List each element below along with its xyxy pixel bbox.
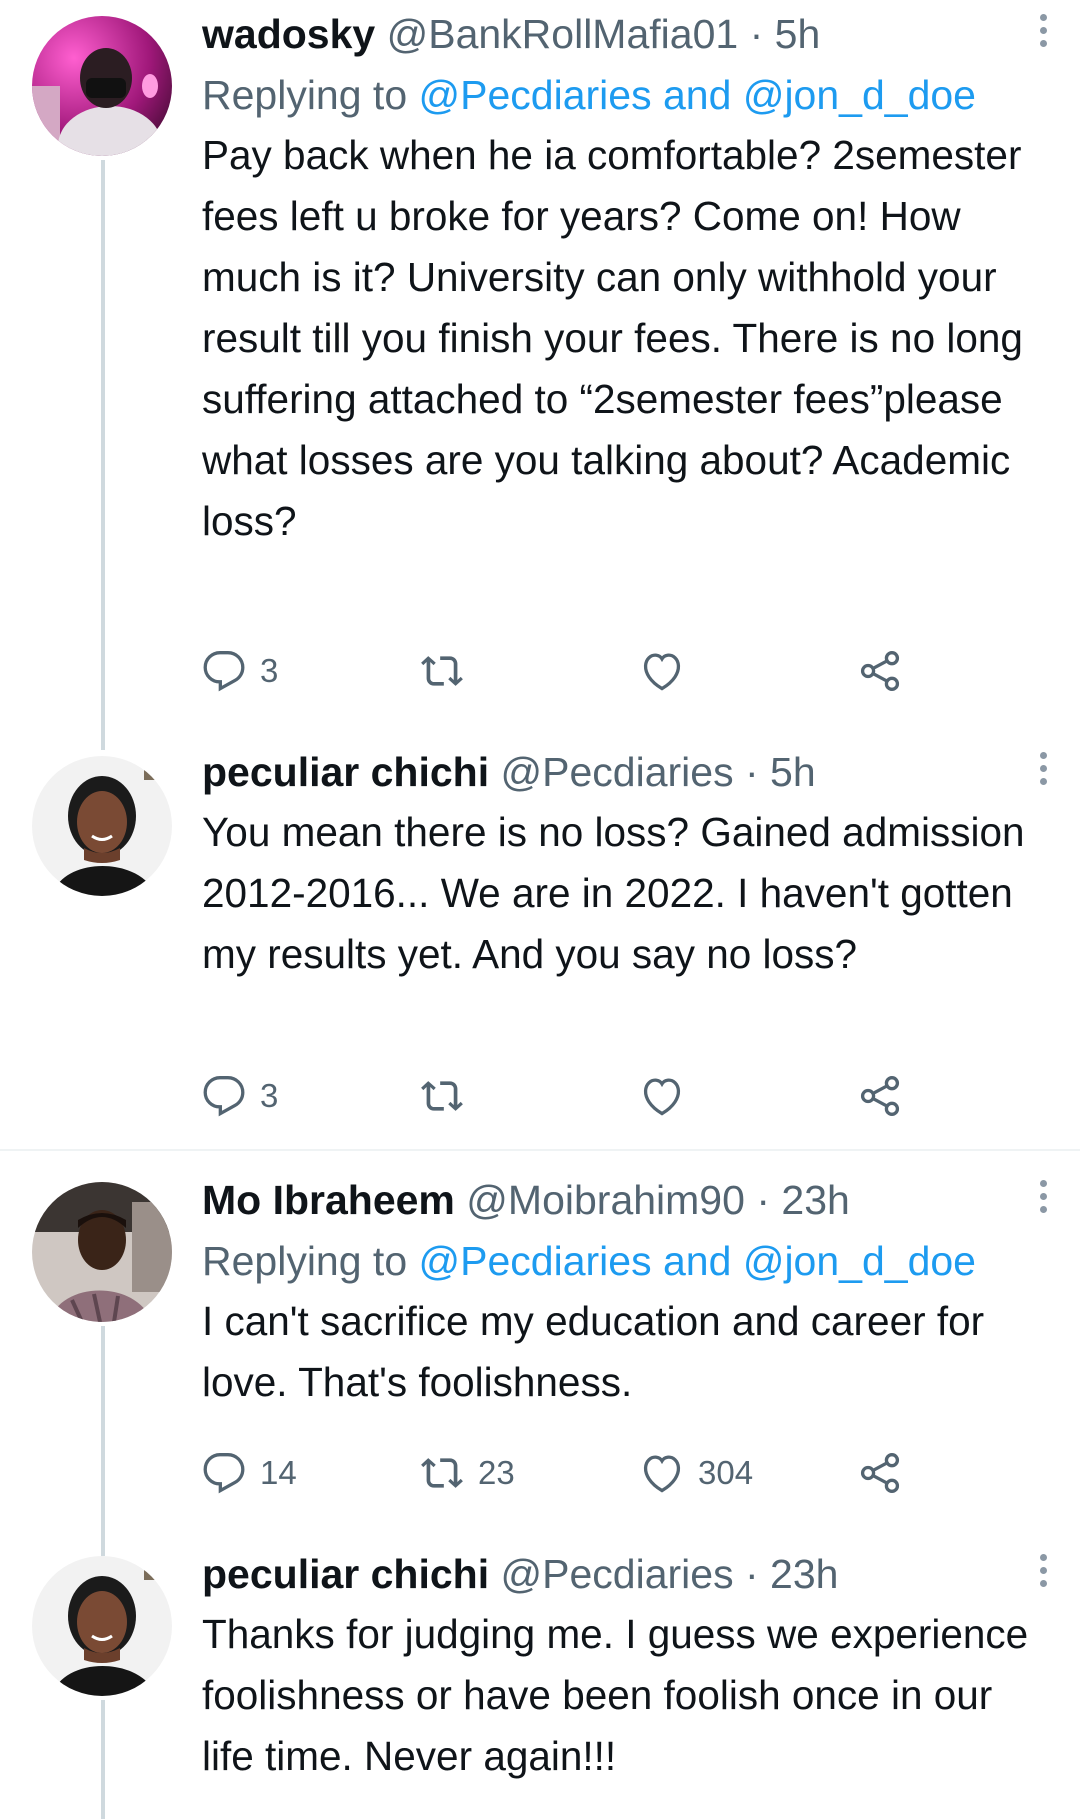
more-options-icon[interactable] — [1034, 1180, 1052, 1220]
reply-icon — [203, 651, 245, 692]
replying-to: Replying to @Pecdiaries and @jon_d_doe — [202, 69, 1052, 121]
heart-icon — [643, 1078, 681, 1116]
like-button[interactable] — [640, 646, 698, 696]
separator-dot: · — [749, 11, 764, 57]
separator-dot: · — [744, 1551, 759, 1597]
mention-link[interactable]: @jon_d_doe — [743, 1238, 976, 1284]
display-name[interactable]: peculiar chichi — [202, 749, 489, 795]
share-icon — [860, 651, 900, 691]
avatar[interactable] — [32, 756, 172, 896]
replying-prefix: Replying to — [202, 1238, 408, 1284]
tweet-text: Pay back when he ia comfortable? 2semest… — [202, 132, 1023, 544]
tweet-header: wadosky @BankRollMafia01 · 5h — [202, 8, 1052, 60]
reply-count: 3 — [260, 1077, 279, 1114]
like-button[interactable] — [640, 1071, 698, 1121]
user-handle[interactable]: @BankRollMafia01 — [387, 11, 739, 57]
more-options-icon[interactable] — [1034, 752, 1052, 792]
separator-dot: · — [756, 1177, 770, 1223]
display-name[interactable]: Mo Ibraheem — [202, 1177, 455, 1223]
retweet-button[interactable] — [420, 1071, 478, 1121]
reply-icon — [203, 1453, 245, 1494]
tweet-header: peculiar chichi @Pecdiaries · 5h — [202, 746, 1052, 798]
share-button[interactable] — [858, 1448, 902, 1498]
share-icon — [860, 1076, 900, 1116]
share-button[interactable] — [858, 1071, 902, 1121]
user-handle[interactable]: @Pecdiaries — [501, 749, 734, 795]
replying-to: Replying to @Pecdiaries and @jon_d_doe — [202, 1235, 1052, 1287]
display-name[interactable]: wadosky — [202, 11, 375, 57]
tweet-text: You mean there is no loss? Gained admiss… — [202, 809, 1025, 977]
tweet-header: peculiar chichi @Pecdiaries · 23h — [202, 1548, 1052, 1600]
timestamp[interactable]: 5h — [775, 11, 821, 57]
share-button[interactable] — [858, 646, 902, 696]
tweet-header: Mo Ibraheem @Moibrahim90 · 23h — [202, 1174, 1052, 1226]
heart-icon — [643, 1455, 681, 1493]
reply-icon — [203, 1076, 245, 1117]
thread-line — [101, 160, 105, 750]
tweet-text: Thanks for judging me. I guess we experi… — [202, 1611, 1029, 1779]
reply-button[interactable]: 3 — [202, 1071, 278, 1121]
replying-conjunction[interactable]: and — [663, 72, 731, 118]
retweet-icon — [421, 1458, 463, 1488]
avatar[interactable] — [32, 16, 172, 156]
replying-conjunction[interactable]: and — [663, 1238, 731, 1284]
reply-button[interactable]: 14 — [202, 1448, 297, 1498]
more-options-icon[interactable] — [1034, 1554, 1052, 1594]
reply-count: 14 — [260, 1454, 297, 1491]
thread-divider — [0, 1149, 1080, 1151]
mention-link[interactable]: @Pecdiaries — [419, 72, 652, 118]
reply-button[interactable]: 3 — [202, 646, 278, 696]
avatar[interactable] — [32, 1182, 172, 1322]
mention-link[interactable]: @Pecdiaries — [419, 1238, 652, 1284]
retweet-icon — [421, 1081, 463, 1111]
retweet-button[interactable]: 23 — [420, 1448, 515, 1498]
avatar[interactable] — [32, 1556, 172, 1696]
tweet-text: I can't sacrifice my education and caree… — [202, 1298, 985, 1405]
reply-count: 3 — [260, 652, 279, 689]
heart-icon — [643, 653, 681, 691]
retweet-icon — [421, 656, 463, 686]
timestamp[interactable]: 23h — [770, 1551, 838, 1597]
like-button[interactable]: 304 — [640, 1448, 753, 1498]
user-handle[interactable]: @Pecdiaries — [501, 1551, 734, 1597]
thread-line — [101, 1326, 105, 1556]
timestamp[interactable]: 5h — [770, 749, 816, 795]
retweet-count: 23 — [478, 1454, 515, 1491]
share-icon — [860, 1453, 900, 1493]
thread-line — [101, 1700, 105, 1819]
timestamp[interactable]: 23h — [781, 1177, 849, 1223]
retweet-button[interactable] — [420, 646, 478, 696]
like-count: 304 — [698, 1454, 754, 1491]
user-handle[interactable]: @Moibrahim90 — [466, 1177, 745, 1223]
display-name[interactable]: peculiar chichi — [202, 1551, 489, 1597]
separator-dot: · — [744, 749, 759, 795]
replying-prefix: Replying to — [202, 72, 408, 118]
more-options-icon[interactable] — [1034, 14, 1052, 54]
mention-link[interactable]: @jon_d_doe — [743, 72, 976, 118]
